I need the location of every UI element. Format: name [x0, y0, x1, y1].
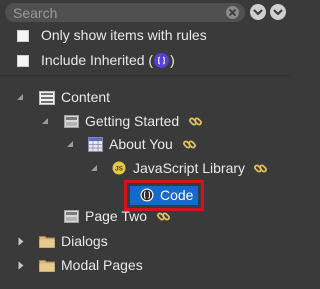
folder-icon	[39, 235, 55, 253]
options-dropdown-icon[interactable]	[270, 4, 286, 20]
link-icon	[182, 137, 197, 157]
tree-node-label: Content	[61, 89, 111, 105]
include-inherited-close: )	[170, 52, 175, 68]
tree-node-label: JavaScript Library	[133, 160, 246, 176]
only-rules-checkbox[interactable]	[17, 30, 29, 42]
tree-node-label: About You	[109, 136, 173, 152]
code-icon	[140, 188, 154, 207]
tree-node-about-you[interactable]: About You	[0, 134, 293, 156]
expanded-arrow-icon[interactable]	[90, 158, 100, 180]
page-icon	[64, 114, 79, 134]
tree-node-label: Modal Pages	[61, 257, 143, 273]
link-icon	[253, 161, 268, 181]
page-icon	[64, 209, 79, 229]
tree-node-code[interactable]: Code	[130, 186, 198, 205]
include-inherited-text: Include Inherited (	[41, 52, 154, 68]
collapsed-arrow-icon[interactable]	[17, 231, 27, 253]
tree-panel: Only show items with rules Include Inher…	[0, 0, 293, 289]
collapse-all-icon[interactable]	[250, 4, 266, 20]
search-bar	[5, 3, 291, 23]
tree-node-label: Page Two	[85, 208, 148, 224]
tree-node-javascript-library[interactable]: JS JavaScript Library	[0, 158, 293, 180]
include-inherited-option[interactable]: Include Inherited ( )	[0, 50, 293, 72]
tree-node-content[interactable]: Content	[0, 87, 293, 109]
only-rules-label: Only show items with rules	[41, 27, 207, 43]
include-inherited-label: Include Inherited ( )	[41, 52, 175, 69]
tree-node-label: Code	[160, 187, 194, 203]
folder-icon	[39, 259, 55, 277]
tree-node-label: Getting Started	[85, 113, 180, 129]
expanded-arrow-icon[interactable]	[41, 111, 51, 133]
search-input[interactable]	[13, 4, 213, 21]
expanded-arrow-icon[interactable]	[16, 87, 26, 109]
expanded-arrow-icon[interactable]	[66, 134, 76, 156]
link-icon	[188, 114, 203, 134]
svg-text:JS: JS	[115, 166, 124, 173]
tree-node-label: Dialogs	[61, 233, 108, 249]
content-icon	[39, 90, 55, 111]
link-icon	[156, 209, 171, 229]
search-box[interactable]	[5, 3, 245, 22]
js-icon: JS	[112, 161, 126, 180]
inherited-badge-icon	[154, 52, 170, 68]
only-rules-option[interactable]: Only show items with rules	[0, 25, 293, 47]
include-inherited-checkbox[interactable]	[17, 55, 29, 67]
tree-node-modal-pages[interactable]: Modal Pages	[0, 255, 293, 277]
clear-search-icon[interactable]	[226, 6, 239, 19]
calendar-page-icon	[88, 137, 103, 157]
tree-node-getting-started[interactable]: Getting Started	[0, 111, 293, 133]
divider	[0, 75, 293, 76]
collapsed-arrow-icon[interactable]	[17, 255, 27, 277]
tree-node-dialogs[interactable]: Dialogs	[0, 231, 293, 253]
tree-node-page-two[interactable]: Page Two	[0, 206, 293, 228]
